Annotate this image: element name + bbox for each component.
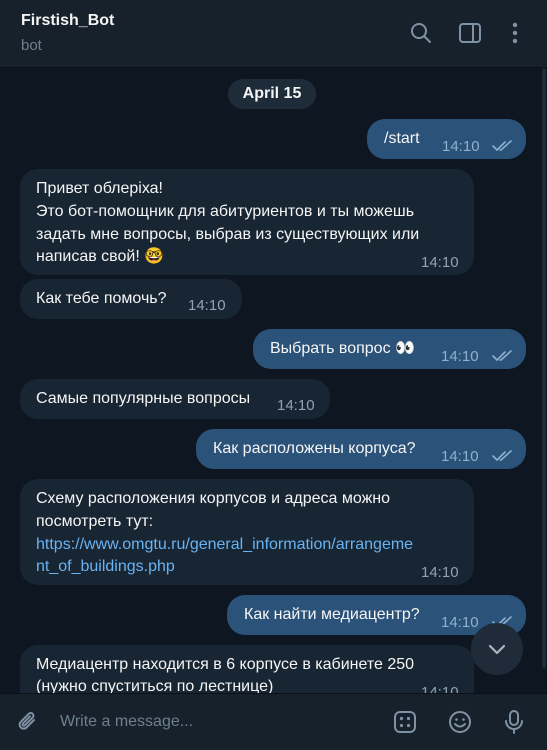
message-time: 14:10 (441, 448, 479, 465)
incoming-message[interactable]: Привет облеріха! Это бот-помощник для аб… (20, 169, 474, 275)
outgoing-message[interactable]: /start 14:10 (367, 119, 526, 159)
scrollbar[interactable] (541, 68, 547, 693)
message-line: Медиацентр находится в 6 корпусе в кабин… (36, 656, 415, 673)
message-time: 14:10 (421, 684, 459, 693)
sidebar-toggle-icon[interactable] (457, 20, 483, 46)
chat-subtitle: bot (21, 37, 42, 54)
message-text: Как найти медиацентр? (244, 606, 420, 623)
emoji-icon[interactable] (446, 708, 474, 736)
message-line: задать мне вопросы, выбрав из существующ… (36, 226, 420, 243)
microphone-icon[interactable] (500, 708, 528, 736)
message-list[interactable]: April 15 /start 14:10 Привет облеріха! Э… (0, 68, 547, 693)
message-time: 14:10 (442, 138, 480, 155)
message-line: написав свой! 🤓 (36, 248, 165, 265)
outgoing-message[interactable]: Как расположены корпуса? 14:10 (196, 429, 526, 469)
read-checkmark-icon (492, 450, 512, 461)
message-text: Самые популярные вопросы (36, 390, 251, 407)
scrollbar-thumb[interactable] (542, 68, 546, 668)
bot-commands-icon[interactable] (391, 708, 419, 736)
message-link[interactable]: nt_of_buildings.php (36, 556, 175, 578)
message-link[interactable]: https://www.omgtu.ru/general_information… (36, 534, 413, 556)
message-line: Схему расположения корпусов и адреса мож… (36, 490, 391, 507)
message-line: Это бот-помощник для абитуриентов и ты м… (36, 203, 415, 220)
message-text: Как расположены корпуса? (213, 440, 416, 457)
search-icon[interactable] (408, 20, 434, 46)
message-time: 14:10 (188, 297, 226, 314)
chevron-down-icon (488, 644, 506, 655)
message-text: /start (384, 130, 420, 147)
message-composer (0, 693, 547, 750)
outgoing-message[interactable]: Выбрать вопрос 👀 14:10 (253, 329, 526, 369)
message-text: Выбрать вопрос 👀 (270, 340, 415, 357)
scroll-down-button[interactable] (471, 623, 523, 675)
incoming-message[interactable]: Самые популярные вопросы 14:10 (20, 379, 330, 419)
chat-title[interactable]: Firstish_Bot (21, 12, 114, 30)
message-time: 14:10 (421, 564, 459, 581)
message-text: Как тебе помочь? (36, 290, 167, 307)
incoming-message[interactable]: Как тебе помочь? 14:10 (20, 279, 242, 319)
read-checkmark-icon (492, 140, 512, 151)
message-line: (нужно спуститься по лестнице) (36, 678, 274, 693)
date-separator: April 15 (228, 79, 316, 109)
message-line: Привет облеріха! (36, 180, 163, 197)
message-time: 14:10 (421, 254, 459, 271)
read-checkmark-icon (492, 350, 512, 361)
message-time: 14:10 (441, 614, 479, 631)
message-line: посмотреть тут: (36, 513, 154, 530)
message-time: 14:10 (441, 348, 479, 365)
incoming-message[interactable]: Схему расположения корпусов и адреса мож… (20, 479, 474, 585)
incoming-message[interactable]: Медиацентр находится в 6 корпусе в кабин… (20, 645, 474, 693)
message-input[interactable] (60, 708, 370, 736)
chat-header: Firstish_Bot bot (0, 0, 547, 68)
attach-icon[interactable] (14, 708, 42, 736)
more-vertical-icon[interactable] (502, 20, 528, 46)
message-time: 14:10 (277, 397, 315, 414)
